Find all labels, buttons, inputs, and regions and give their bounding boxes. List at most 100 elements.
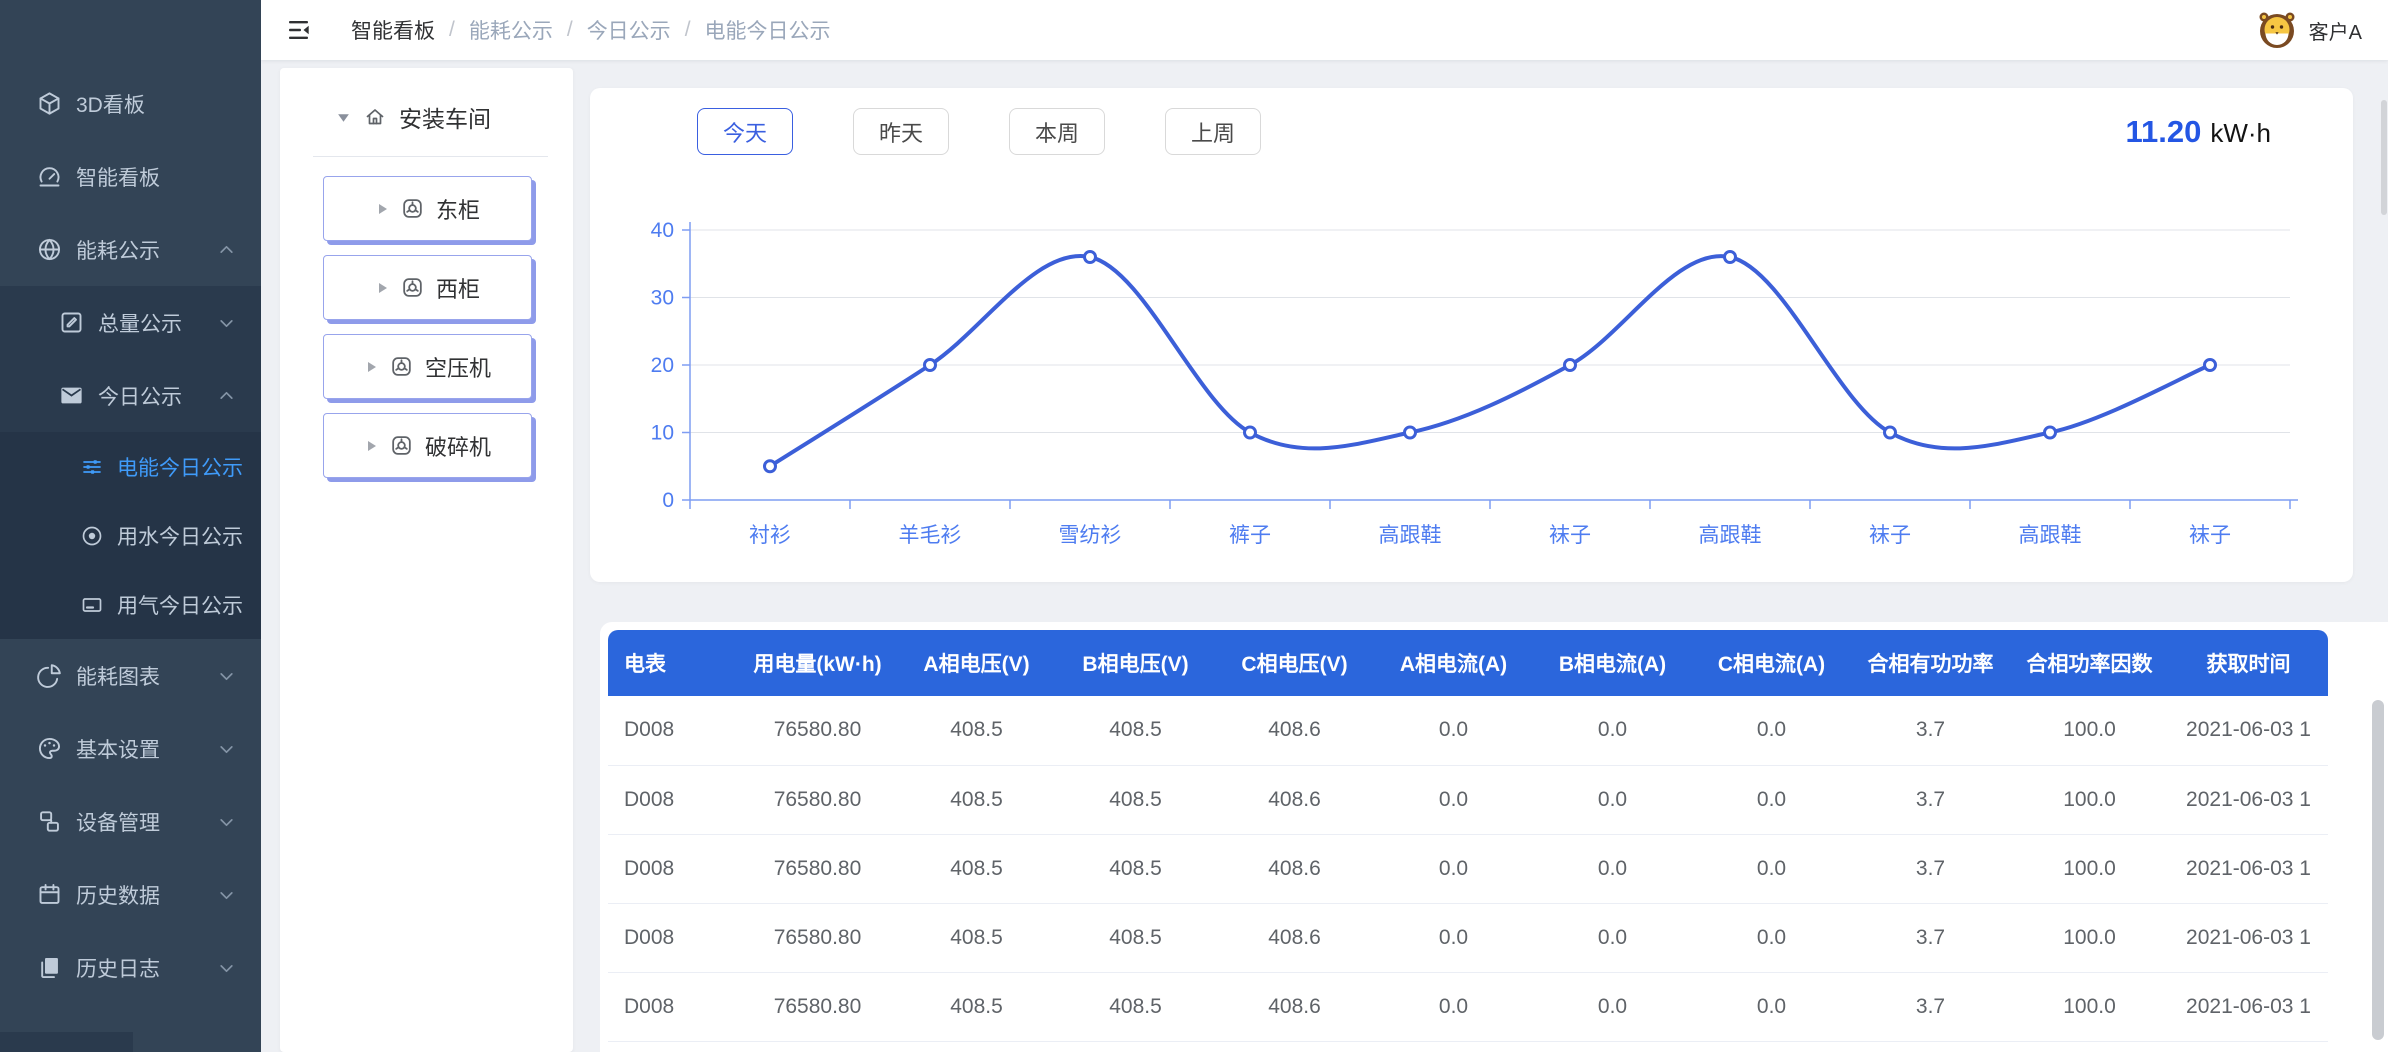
range-button-yesterday[interactable]: 昨天 — [853, 108, 949, 155]
table-cell: 3.7 — [1851, 765, 2010, 834]
caret-right-icon[interactable] — [375, 281, 389, 295]
table-cell: 0.0 — [1692, 696, 1851, 765]
sidebar-item-water-today[interactable]: 用水今日公示 — [0, 501, 261, 570]
chevron-down-icon — [218, 740, 235, 757]
svg-text:袜子: 袜子 — [1549, 524, 1591, 547]
table-cell: 0.0 — [1533, 903, 1692, 972]
table-row[interactable]: D00876580.80408.5408.5408.60.00.00.03.71… — [608, 834, 2328, 903]
divider — [313, 156, 548, 157]
sidebar-item-history-data[interactable]: 历史数据 — [0, 858, 261, 931]
table-cell: 408.5 — [897, 903, 1056, 972]
sidebar-item-label: 今日公示 — [98, 381, 182, 411]
edit-icon — [58, 309, 85, 336]
dashboard-icon — [36, 163, 63, 190]
sidebar-menu: 3D看板智能看板能耗公示总量公示今日公示电能今日公示用水今日公示用气今日公示能耗… — [0, 0, 261, 1004]
sidebar-item-smart-board[interactable]: 智能看板 — [0, 140, 261, 213]
tree-node-east-cabinet[interactable]: 东柜 — [323, 176, 532, 241]
table-cell: 0.0 — [1692, 903, 1851, 972]
sidebar-item-label: 历史数据 — [76, 880, 160, 910]
sidebar-item-energy-public[interactable]: 能耗公示 — [0, 213, 261, 286]
table-cell: 0.0 — [1533, 765, 1692, 834]
range-button-today[interactable]: 今天 — [697, 108, 793, 155]
column-header: 合相有功功率 — [1851, 630, 2010, 696]
caret-right-icon[interactable] — [375, 202, 389, 216]
column-header: B相电流(A) — [1533, 630, 1692, 696]
table-row[interactable]: D00876580.80408.5408.5408.60.00.00.03.71… — [608, 972, 2328, 1041]
sidebar-item-label: 智能看板 — [76, 162, 160, 192]
sidebar-item-total-public[interactable]: 总量公示 — [0, 286, 261, 359]
menu-fold-icon[interactable] — [287, 18, 313, 42]
svg-text:30: 30 — [651, 287, 674, 310]
tree-node-label: 西柜 — [436, 272, 480, 304]
consumption-unit: kW·h — [2210, 118, 2271, 149]
breadcrumb-item[interactable]: 今日公示 — [587, 15, 671, 45]
table-cell: 2021-06-03 1 — [2169, 903, 2328, 972]
sidebar-item-electric-today[interactable]: 电能今日公示 — [0, 432, 261, 501]
column-header: C相电压(V) — [1215, 630, 1374, 696]
caret-down-icon[interactable] — [336, 110, 351, 125]
table-cell: 0.0 — [1374, 972, 1533, 1041]
range-button-last-week[interactable]: 上周 — [1165, 108, 1261, 155]
tree-root-label: 安装车间 — [399, 100, 491, 134]
column-header: 电表 — [608, 630, 738, 696]
caret-right-icon[interactable] — [364, 439, 378, 453]
plug-icon — [36, 808, 63, 835]
table-cell: 408.5 — [1056, 696, 1215, 765]
svg-text:高跟鞋: 高跟鞋 — [1699, 524, 1762, 547]
sidebar-item-energy-charts[interactable]: 能耗图表 — [0, 639, 261, 712]
table-cell: D008 — [608, 765, 738, 834]
svg-text:袜子: 袜子 — [2189, 524, 2231, 547]
username: 客户A — [2309, 16, 2362, 45]
tree-root[interactable]: 安装车间 — [336, 94, 573, 140]
table-body: D00876580.80408.5408.5408.60.00.00.03.71… — [608, 696, 2328, 1041]
sidebar-item-3d-board[interactable]: 3D看板 — [0, 67, 261, 140]
table-row[interactable]: D00876580.80408.5408.5408.60.00.00.03.71… — [608, 765, 2328, 834]
window-scrollbar-thumb[interactable] — [2381, 100, 2387, 215]
table-cell: 76580.80 — [738, 696, 897, 765]
breadcrumb-item[interactable]: 能耗公示 — [469, 15, 553, 45]
sidebar-item-label: 能耗公示 — [76, 235, 160, 265]
table-cell: D008 — [608, 834, 738, 903]
table-scrollbar-thumb[interactable] — [2372, 700, 2384, 1040]
tree-node-west-cabinet[interactable]: 西柜 — [323, 255, 532, 320]
table-cell: 76580.80 — [738, 903, 897, 972]
tree-node-air-compressor[interactable]: 空压机 — [323, 334, 532, 399]
table-cell: 408.5 — [897, 765, 1056, 834]
sidebar-item-today-public[interactable]: 今日公示 — [0, 359, 261, 432]
table-cell: 408.6 — [1215, 903, 1374, 972]
chevron-up-icon — [218, 387, 235, 404]
table-cell: 408.5 — [1056, 972, 1215, 1041]
device-icon — [400, 275, 425, 300]
svg-text:10: 10 — [651, 422, 674, 445]
table-cell: 3.7 — [1851, 696, 2010, 765]
breadcrumb-item[interactable]: 智能看板 — [351, 15, 435, 45]
caret-right-icon[interactable] — [364, 360, 378, 374]
breadcrumb-separator: / — [567, 18, 573, 42]
device-icon — [389, 433, 414, 458]
table-row[interactable]: D00876580.80408.5408.5408.60.00.00.03.71… — [608, 696, 2328, 765]
sidebar-item-basic-settings[interactable]: 基本设置 — [0, 712, 261, 785]
table-cell: 0.0 — [1374, 834, 1533, 903]
table-cell: 76580.80 — [738, 972, 897, 1041]
breadcrumb-item[interactable]: 电能今日公示 — [705, 15, 831, 45]
sidebar-item-history-logs[interactable]: 历史日志 — [0, 931, 261, 1004]
column-header: 用电量(kW·h) — [738, 630, 897, 696]
table-row[interactable]: D00876580.80408.5408.5408.60.00.00.03.71… — [608, 903, 2328, 972]
table-cell: 2021-06-03 1 — [2169, 696, 2328, 765]
chevron-down-icon — [218, 667, 235, 684]
svg-text:高跟鞋: 高跟鞋 — [1379, 524, 1442, 547]
line-chart: 010203040衬衫羊毛衫雪纺衫裤子高跟鞋袜子高跟鞋袜子高跟鞋袜子 — [620, 184, 2320, 564]
range-toolbar: 今天 昨天 本周 上周 — [697, 108, 1321, 155]
range-button-this-week[interactable]: 本周 — [1009, 108, 1105, 155]
tree-node-crusher[interactable]: 破碎机 — [323, 413, 532, 478]
sliders-icon — [80, 455, 104, 479]
sidebar-item-device-management[interactable]: 设备管理 — [0, 785, 261, 858]
device-tree-panel: 安装车间 东柜西柜空压机破碎机 — [280, 68, 573, 1052]
user-menu[interactable]: 客户A — [2255, 8, 2362, 52]
meter-table-card: 电表用电量(kW·h)A相电压(V)B相电压(V)C相电压(V)A相电流(A)B… — [600, 622, 2388, 1052]
sidebar-item-gas-today[interactable]: 用气今日公示 — [0, 570, 261, 639]
table-cell: 100.0 — [2010, 903, 2169, 972]
mail-icon — [58, 382, 85, 409]
svg-text:袜子: 袜子 — [1869, 524, 1911, 547]
breadcrumb: 智能看板/能耗公示/今日公示/电能今日公示 — [351, 15, 831, 45]
